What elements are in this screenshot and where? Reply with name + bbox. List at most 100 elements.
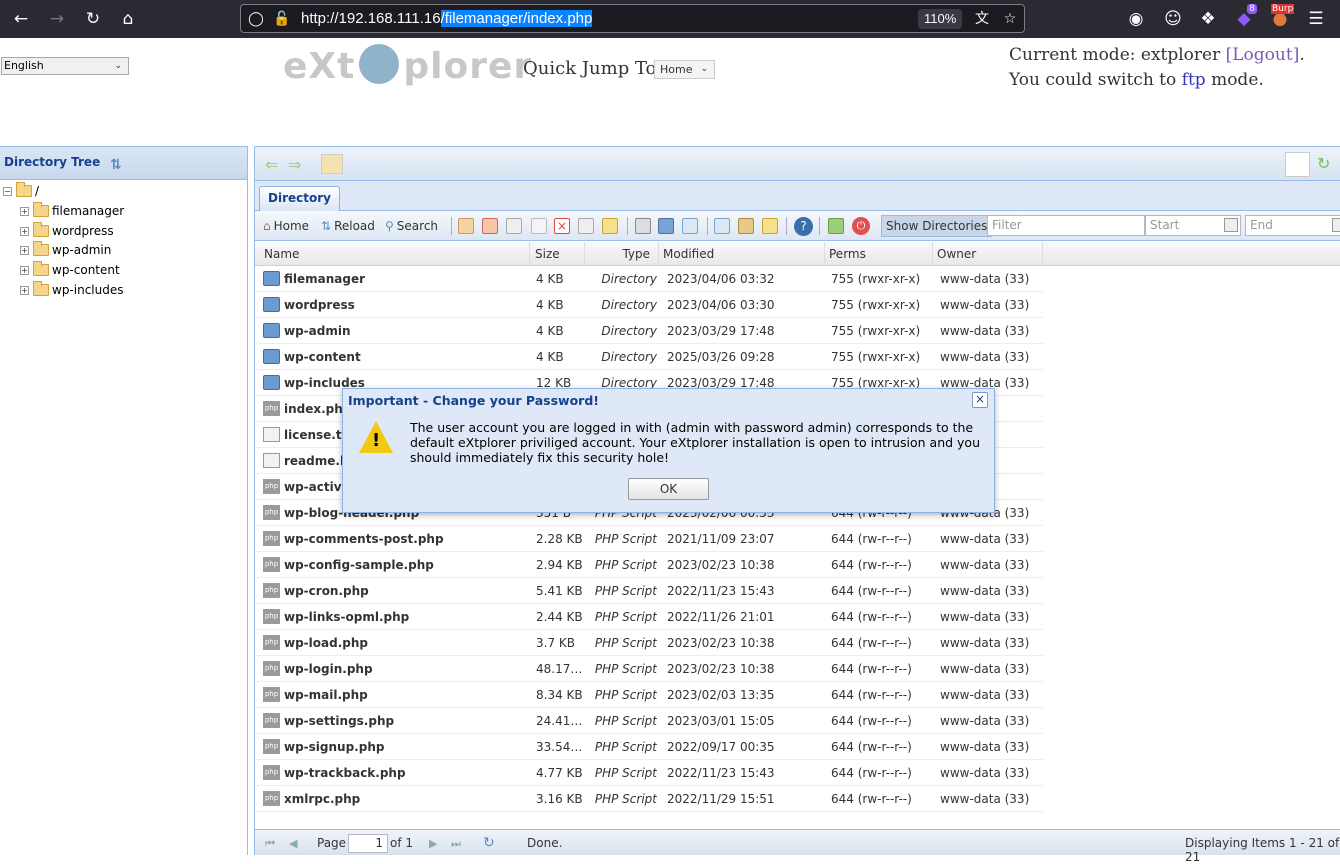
tree-item-wp-includes[interactable]: + wp-includes	[20, 281, 124, 299]
back-icon[interactable]: ←	[8, 6, 34, 32]
table-row[interactable]: php wp-load.php 3.7 KB PHP Script 2023/02/23…	[255, 630, 1043, 656]
file-size: 4 KB	[536, 298, 564, 312]
php-file-icon: php	[263, 609, 280, 624]
table-row[interactable]: php wp-links-opml.php 2.44 KB PHP Script 202…	[255, 604, 1043, 630]
bookmark-star-icon[interactable]: ☆	[1001, 10, 1019, 28]
home-icon[interactable]: ⌂	[115, 6, 141, 32]
next-page-icon[interactable]: ▶	[429, 837, 437, 850]
refresh-icon[interactable]: ↻	[483, 835, 495, 851]
prev-page-icon[interactable]: ◀	[289, 837, 297, 850]
table-row[interactable]: php wp-login.php 48.17… PHP Script 2023/02/2…	[255, 656, 1043, 682]
reload-button[interactable]: ⇅ Reload	[321, 217, 375, 235]
table-row[interactable]: filemanager 4 KB Directory 2023/04/06 03:32…	[255, 266, 1043, 292]
table-row[interactable]: php wp-signup.php 33.54… PHP Script 2022/09/…	[255, 734, 1043, 760]
view-icon[interactable]	[635, 218, 651, 234]
table-row[interactable]: wp-content 4 KB Directory 2025/03/26 09:28 7…	[255, 344, 1043, 370]
menu-icon[interactable]: ☰	[1303, 6, 1329, 32]
zoom-level[interactable]: 110%	[918, 9, 963, 29]
table-row[interactable]: php wp-mail.php 8.34 KB PHP Script 2023/02/0…	[255, 682, 1043, 708]
url-bar[interactable]: ◯ 🔓 http://192.168.111.16/filemanager/in…	[240, 4, 1025, 33]
expand-icon[interactable]: +	[20, 265, 29, 275]
expand-icon[interactable]: +	[20, 285, 29, 295]
file-type: PHP Script	[594, 792, 657, 806]
new-file-icon[interactable]	[458, 218, 474, 234]
tree-item-wp-content[interactable]: + wp-content	[20, 261, 120, 279]
admin-icon[interactable]	[828, 218, 844, 234]
table-row[interactable]: php wp-trackback.php 4.77 KB PHP Script 2022…	[255, 760, 1043, 786]
tree-item-wordpress[interactable]: + wordpress	[20, 222, 114, 240]
delete-icon[interactable]: ×	[554, 218, 570, 234]
nav-back-icon[interactable]: ⇐	[265, 155, 278, 174]
logout-link[interactable]: [Logout]	[1226, 45, 1300, 65]
upload-icon[interactable]	[714, 218, 730, 234]
tree-refresh-icon[interactable]: ⇅	[110, 157, 126, 173]
column-header-owner[interactable]: Owner	[933, 242, 1043, 266]
expand-icon[interactable]: +	[20, 206, 29, 216]
insecure-lock-icon[interactable]: 🔓	[273, 10, 291, 28]
column-header-size[interactable]: Size	[531, 242, 585, 266]
table-row[interactable]: php wp-cron.php 5.41 KB PHP Script 2022/11/2…	[255, 578, 1043, 604]
folder-up-icon[interactable]	[321, 154, 343, 174]
first-page-icon[interactable]: ⏮	[265, 837, 275, 851]
tree-item-wp-admin[interactable]: + wp-admin	[20, 241, 111, 259]
search-button[interactable]: ⚲ Search	[385, 217, 438, 235]
reload-icon[interactable]: ↻	[80, 6, 106, 32]
quick-jump-select[interactable]: Home ⌄	[654, 60, 715, 79]
extension-purple-icon[interactable]: ◆ 8	[1231, 4, 1257, 32]
home-button[interactable]: ⌂ Home	[263, 217, 309, 235]
download-icon[interactable]	[682, 218, 698, 234]
forward-icon[interactable]: →	[44, 6, 70, 32]
calendar-icon[interactable]	[1332, 218, 1340, 232]
column-header-perms[interactable]: Perms	[825, 242, 933, 266]
account-icon[interactable]: ☺	[1160, 6, 1186, 32]
info-icon[interactable]	[658, 218, 674, 234]
burp-icon[interactable]: ● Burp	[1267, 4, 1295, 32]
close-icon[interactable]: ×	[972, 392, 988, 408]
refresh-icon[interactable]: ↻	[1317, 154, 1330, 173]
start-placeholder: Start	[1150, 218, 1180, 232]
collapse-icon[interactable]: −	[3, 186, 12, 196]
table-row[interactable]: wp-admin 4 KB Directory 2023/03/29 17:48 755…	[255, 318, 1043, 344]
language-select[interactable]: English ⌄	[1, 57, 129, 75]
tree-item-filemanager[interactable]: + filemanager	[20, 202, 124, 220]
file-size: 3.16 KB	[536, 792, 583, 806]
tree-root[interactable]: − /	[3, 182, 39, 200]
expand-icon[interactable]: +	[20, 226, 29, 236]
expand-icon[interactable]: +	[20, 245, 29, 255]
logout-icon[interactable]: ⏻	[852, 217, 870, 235]
tab-directory[interactable]: Directory	[259, 186, 340, 211]
column-header-modified[interactable]: Modified	[659, 242, 825, 266]
ok-button[interactable]: OK	[628, 478, 709, 500]
rename-icon[interactable]	[578, 218, 594, 234]
pocket-icon[interactable]: ◉	[1123, 6, 1149, 32]
filter-input[interactable]: Filter	[987, 215, 1145, 236]
show-directories-toggle[interactable]: Show Directories	[881, 215, 993, 237]
url-text[interactable]: http://192.168.111.16/filemanager/index.…	[301, 10, 593, 27]
extensions-icon[interactable]: ❖	[1195, 6, 1221, 32]
translate-icon[interactable]: 文	[973, 10, 991, 28]
shield-icon[interactable]: ◯	[247, 10, 265, 28]
help-icon[interactable]: ?	[794, 217, 813, 236]
copy-icon[interactable]	[506, 218, 522, 234]
edit-icon[interactable]	[482, 218, 498, 234]
table-row[interactable]: php wp-comments-post.php 2.28 KB PHP Script…	[255, 526, 1043, 552]
page-number-input[interactable]: 1	[348, 834, 388, 853]
calendar-icon[interactable]	[1224, 218, 1238, 232]
ftp-link[interactable]: ftp	[1182, 70, 1206, 90]
file-type: PHP Script	[594, 766, 657, 780]
chmod-icon[interactable]	[602, 218, 618, 234]
table-row[interactable]: wordpress 4 KB Directory 2023/04/06 03:30 75…	[255, 292, 1043, 318]
table-row[interactable]: php wp-settings.php 24.41… PHP Script 2023/0…	[255, 708, 1043, 734]
table-row[interactable]: php wp-config-sample.php 2.94 KB PHP Script…	[255, 552, 1043, 578]
column-header-name[interactable]: Name	[260, 242, 530, 266]
file-modified: 2022/11/23 15:43	[667, 584, 775, 598]
nav-forward-icon[interactable]: ⇒	[288, 155, 301, 174]
start-date-input[interactable]: Start	[1145, 215, 1241, 236]
end-date-input[interactable]: End	[1245, 215, 1340, 236]
column-header-type[interactable]: Type	[585, 242, 659, 266]
table-row[interactable]: php xmlrpc.php 3.16 KB PHP Script 2022/11/29…	[255, 786, 1043, 812]
last-page-icon[interactable]: ⏭	[451, 837, 461, 851]
extract-icon[interactable]	[762, 218, 778, 234]
move-icon[interactable]	[531, 218, 547, 234]
archive-icon[interactable]	[738, 218, 754, 234]
